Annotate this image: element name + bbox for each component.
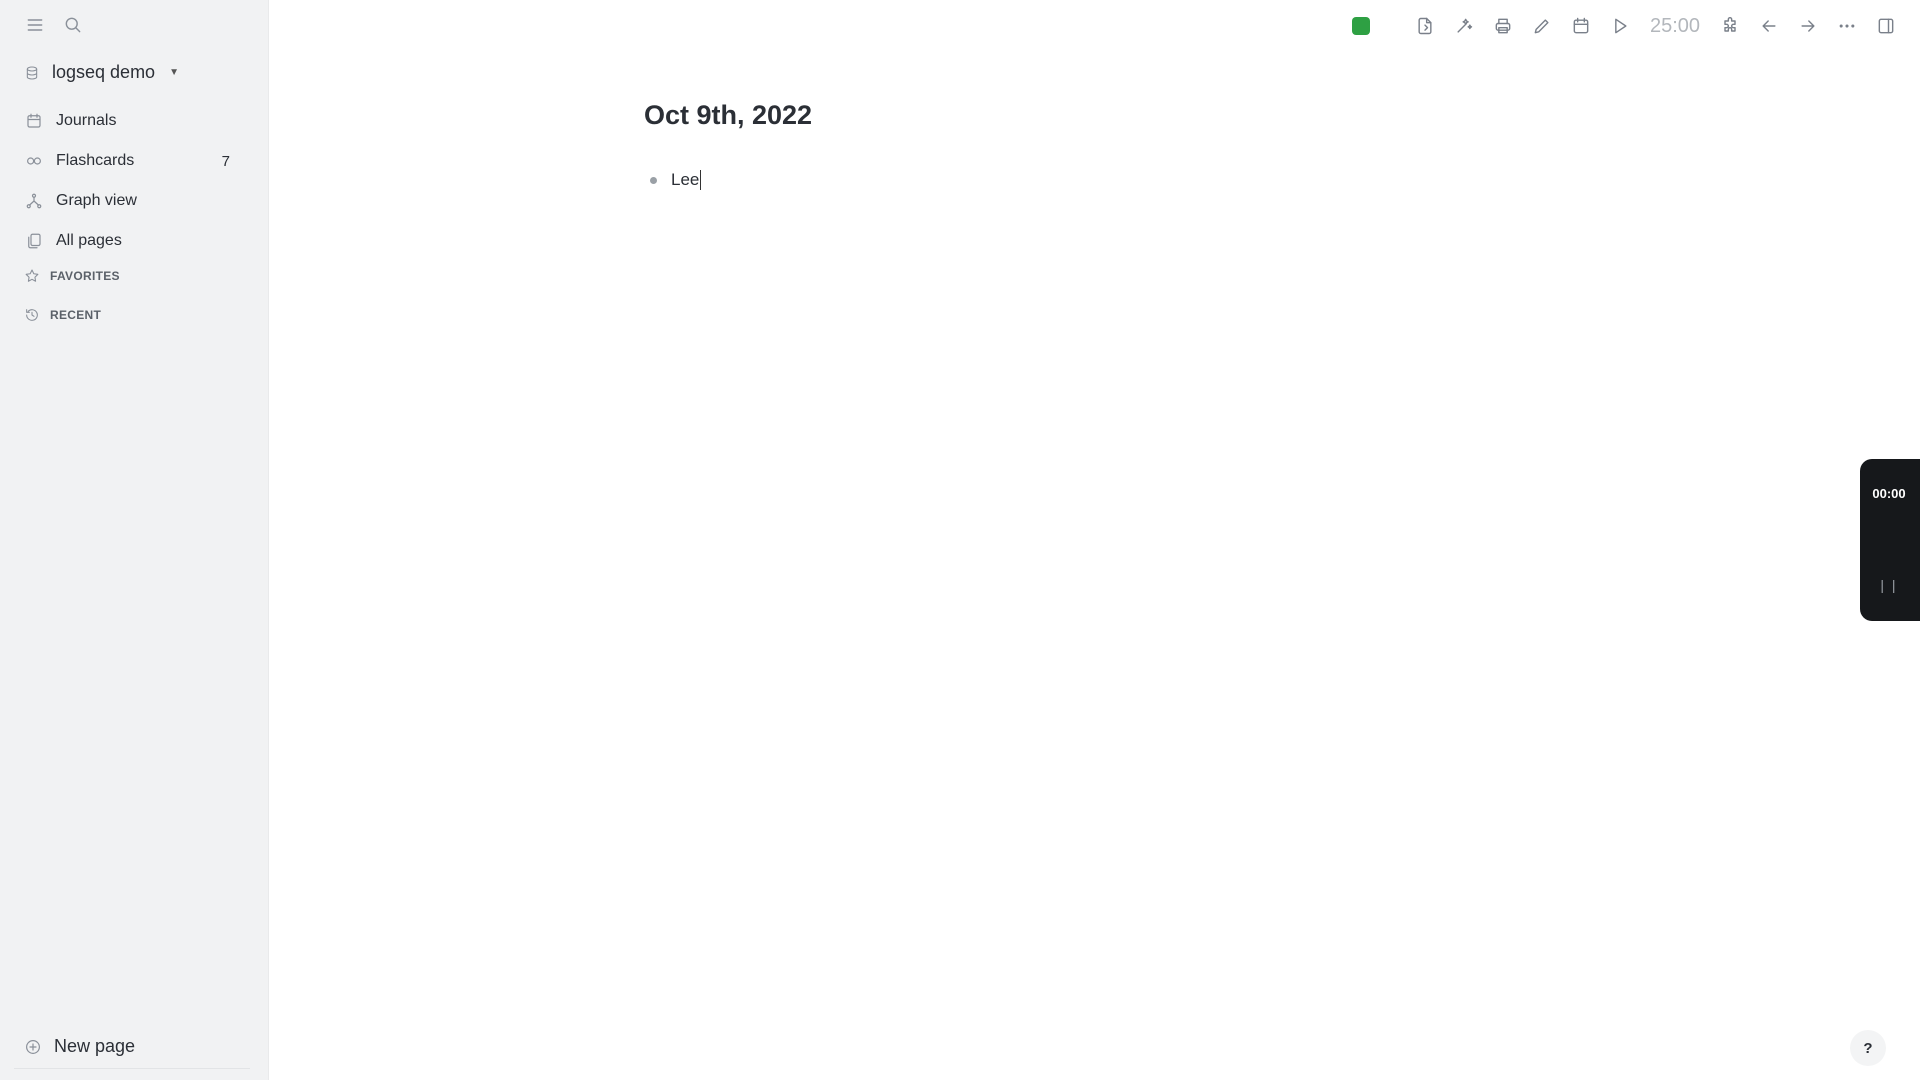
block-editor[interactable]: Lee [671,170,702,190]
new-page-button[interactable]: New page [24,1036,135,1057]
recent-section[interactable]: RECENT [24,307,101,323]
chevron-down-icon: ▼ [169,67,179,78]
history-icon [26,309,38,321]
right-sidebar-toggle-icon[interactable] [1874,14,1898,38]
pomodoro-timer[interactable]: 25:00 [1647,15,1703,38]
sidebar-item-label: Graph view [56,192,137,209]
more-icon[interactable] [1835,14,1859,38]
top-toolbar: 25:00 [1352,12,1898,40]
calendar-icon[interactable] [1569,14,1593,38]
new-page-label: New page [54,1036,136,1056]
block-bullet[interactable] [650,176,657,184]
sidebar-nav: Journals Flashcards 7 Graph view All pag… [24,101,236,261]
sidebar-item-all-pages[interactable]: All pages [24,221,236,261]
favorites-section[interactable]: FAVORITES [24,268,120,284]
play-icon[interactable] [1608,14,1632,38]
repo-selector[interactable]: logseq demo ▼ [24,62,179,83]
divider [14,1068,250,1069]
page-title[interactable]: Oct 9th, 2022 [644,100,812,131]
block[interactable]: Lee [650,170,702,190]
sidebar-top-controls [24,14,84,36]
puzzle-icon[interactable] [1718,14,1742,38]
search-icon[interactable] [62,14,84,36]
sidebar-item-journals[interactable]: Journals [24,101,236,141]
pencil-icon[interactable] [1530,14,1554,38]
flashcards-count: 7 [221,152,230,170]
recent-label: RECENT [50,308,102,322]
database-icon [24,65,40,81]
page-export-icon[interactable] [1413,14,1437,38]
menu-icon[interactable] [24,14,46,36]
repo-name: logseq demo [52,62,156,82]
sidebar-item-graph-view[interactable]: Graph view [24,181,236,221]
floating-timer-widget: 00:00 | | [1860,459,1920,621]
wand-icon[interactable] [1452,14,1476,38]
calendar-icon [24,111,44,131]
infinity-icon [24,151,44,171]
sidebar-item-label: Journals [56,112,117,129]
sidebar-item-label: Flashcards [56,152,135,169]
sidebar-item-flashcards[interactable]: Flashcards 7 [24,141,236,181]
sync-status-indicator[interactable] [1352,17,1370,35]
sidebar-item-label: All pages [56,232,122,249]
printer-icon[interactable] [1491,14,1515,38]
favorites-label: FAVORITES [50,269,120,283]
left-sidebar: logseq demo ▼ Journals Flashcards 7 Grap… [0,0,269,1080]
pause-icon[interactable]: | | [1860,577,1918,593]
help-button[interactable]: ? [1850,1030,1886,1066]
star-icon [25,269,39,282]
arrow-right-icon[interactable] [1796,14,1820,38]
pages-icon [24,231,44,251]
arrow-left-icon[interactable] [1757,14,1781,38]
plus-circle-icon [26,1039,40,1054]
floating-timer-time: 00:00 [1872,486,1906,501]
graph-icon [24,191,44,211]
